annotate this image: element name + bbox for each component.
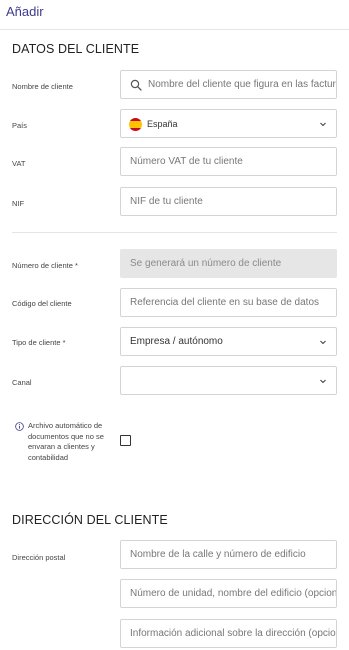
nif-input[interactable]: NIF de tu cliente [120,187,337,216]
client-name-input[interactable]: Nombre del cliente que figura en las fac… [120,70,337,99]
client-number-value: Se generará un número de cliente [130,258,282,269]
country-select[interactable]: España [120,109,337,138]
nif-placeholder: NIF de tu cliente [130,196,203,207]
section-divider [12,232,337,233]
client-number-label: Número de cliente * [12,261,78,270]
vat-input[interactable]: Número VAT de tu cliente [120,147,337,176]
search-icon [130,79,142,91]
client-type-value: Empresa / autónomo [130,336,223,347]
spain-flag-icon [129,118,142,131]
nif-label: NIF [12,199,25,208]
street-input[interactable]: Nombre de la calle y número de edificio [120,540,337,569]
auto-archive-line: envaran a clientes y [28,442,95,451]
channel-select[interactable] [120,366,337,395]
country-value: España [147,119,178,129]
address-extra-input[interactable]: Información adicional sobre la dirección… [120,619,337,648]
vat-placeholder: Número VAT de tu cliente [130,156,243,167]
client-address-title: DIRECCIÓN DEL CLIENTE [12,513,168,527]
page-title: Añadir [6,4,44,19]
address-extra-placeholder: Información adicional sobre la dirección… [130,628,337,639]
auto-archive-line: Archivo automático de [28,421,103,430]
unit-placeholder: Número de unidad, nombre del edificio (o… [130,588,337,599]
client-data-title: DATOS DEL CLIENTE [12,42,140,56]
info-icon [15,422,24,431]
header: Añadir [0,0,349,30]
auto-archive-checkbox[interactable] [120,435,131,446]
country-label: País [12,121,28,130]
client-name-label: Nombre de cliente [12,82,73,91]
client-type-label: Tipo de cliente * [12,338,66,347]
client-name-placeholder: Nombre del cliente que figura en las fac… [148,79,337,90]
auto-archive-line: documentos que no se [28,431,104,441]
unit-input[interactable]: Número de unidad, nombre del edificio (o… [120,579,337,608]
vat-label: VAT [12,159,26,168]
postal-address-label: Dirección postal [12,553,66,562]
chevron-down-icon [320,340,326,345]
client-type-select[interactable]: Empresa / autónomo [120,327,337,356]
auto-archive-line: contabilidad [28,452,69,462]
channel-label: Canal [12,378,32,387]
client-code-input[interactable]: Referencia del cliente en su base de dat… [120,288,337,317]
chevron-down-icon [320,379,326,384]
street-placeholder: Nombre de la calle y número de edificio [130,549,306,560]
chevron-down-icon [320,122,326,127]
client-code-label: Código del cliente [12,299,72,308]
client-number-field: Se generará un número de cliente [120,249,337,278]
client-code-placeholder: Referencia del cliente en su base de dat… [130,297,320,308]
auto-archive-label: Archivo automático de documentos que no … [28,421,113,463]
